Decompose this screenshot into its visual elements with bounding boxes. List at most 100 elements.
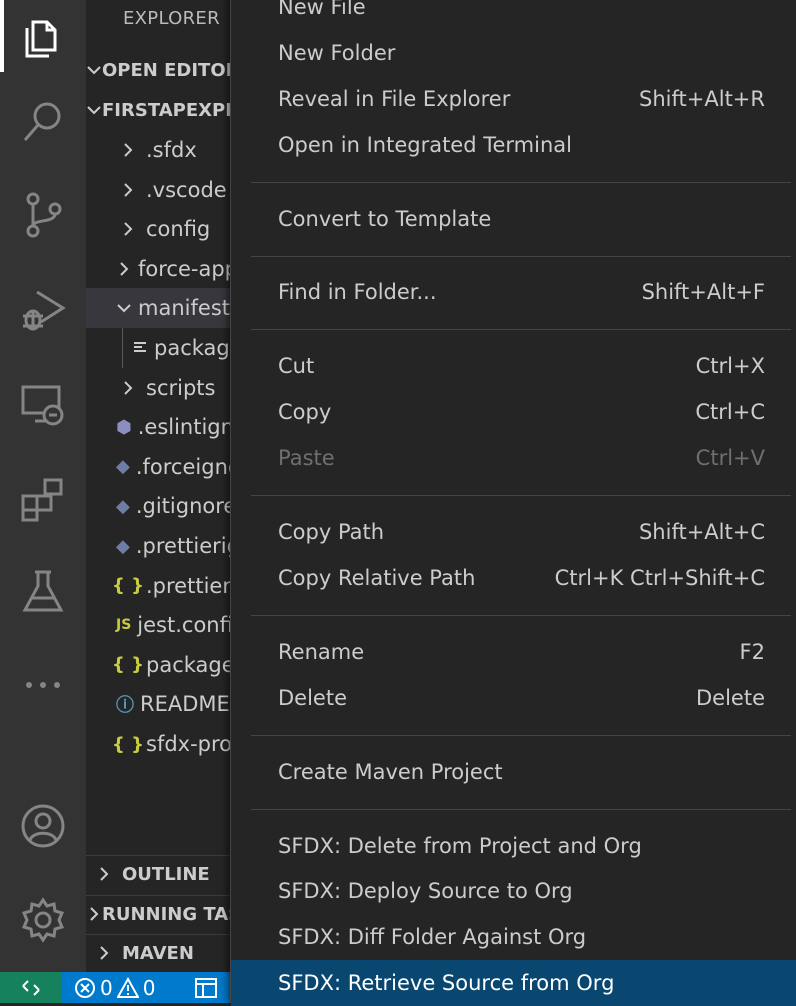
- menu-item-label: SFDX: Deploy Source to Org: [278, 879, 573, 904]
- tree-item-label: jest.config.js: [137, 613, 230, 638]
- menu-item-new-file[interactable]: New File: [231, 0, 796, 30]
- indent-guide: [122, 328, 123, 368]
- menu-item-rename[interactable]: Rename F2: [231, 629, 796, 675]
- tree-item[interactable]: scripts: [86, 368, 230, 408]
- context-menu: New File New Folder Reveal in File Explore…: [230, 0, 796, 1006]
- tree-item-label: .prettierrc: [146, 573, 230, 598]
- activity-extensions-button[interactable]: [0, 460, 86, 540]
- menu-item-paste[interactable]: Paste Ctrl+V: [231, 435, 796, 481]
- open-editors-header[interactable]: OPEN EDITORS: [86, 52, 230, 88]
- tree-item[interactable]: .vscode: [86, 170, 230, 210]
- project-header[interactable]: FIRSTAPEXPROJECT: [86, 92, 230, 128]
- menu-item-label: Copy Path: [278, 520, 385, 545]
- menu-item-sfdx-delete-from-project-and-org[interactable]: SFDX: Delete from Project and Org: [231, 823, 796, 869]
- chevron-right-icon: [86, 945, 122, 961]
- menu-item-label: Convert to Template: [278, 206, 492, 231]
- menu-separator: [251, 495, 791, 497]
- tree-item[interactable]: ◆.prettierignore: [86, 526, 230, 566]
- menu-item-delete[interactable]: Delete Delete: [231, 675, 796, 721]
- tree-item-label: .prettierignore: [135, 534, 230, 558]
- activity-run-debug-button[interactable]: [0, 270, 86, 350]
- menu-item-label: New Folder: [278, 40, 396, 65]
- outline-header[interactable]: OUTLINE: [86, 856, 230, 892]
- maven-header[interactable]: MAVEN: [86, 935, 230, 971]
- menu-item-convert-to-template[interactable]: Convert to Template: [231, 196, 796, 242]
- menu-item-shortcut: Ctrl+X: [695, 354, 765, 379]
- menu-item-label: Find in Folder...: [278, 280, 437, 305]
- tree-item[interactable]: JS jest.config.js: [86, 605, 230, 645]
- tree-item-label: .eslintignore: [137, 415, 230, 440]
- menu-item-sfdx-deploy-source-to-org[interactable]: SFDX: Deploy Source to Org: [231, 869, 796, 915]
- menu-item-label: Rename: [278, 639, 365, 664]
- menu-item-find-in-folder[interactable]: Find in Folder... Shift+Alt+F: [231, 270, 796, 316]
- tree-item[interactable]: ◆.forceignore: [86, 447, 230, 487]
- tree-item[interactable]: ⬢.eslintignore: [86, 407, 230, 447]
- menu-item-sfdx-diff-folder-against-org[interactable]: SFDX: Diff Folder Against Org: [231, 914, 796, 960]
- menu-separator: [251, 734, 791, 736]
- tree-item[interactable]: { }package.json: [86, 645, 230, 685]
- chevron-down-icon: [86, 102, 102, 118]
- menu-item-create-maven-project[interactable]: Create Maven Project: [231, 749, 796, 795]
- menu-item-copy-path[interactable]: Copy Path Shift+Alt+C: [231, 509, 796, 555]
- menu-item-label: Copy Relative Path: [278, 565, 476, 590]
- menu-item-cut[interactable]: Cut Ctrl+X: [231, 343, 796, 389]
- menu-item-shortcut: F2: [739, 639, 765, 664]
- info-icon: ⓘ: [116, 695, 134, 717]
- menu-item-reveal-in-file-explorer[interactable]: Reveal in File Explorer Shift+Alt+R: [231, 76, 796, 122]
- tree-item[interactable]: ⓘ README.md: [86, 684, 230, 724]
- settings-gear-icon: [21, 897, 65, 943]
- running-tasks-label: RUNNING TASKS: [102, 903, 230, 925]
- javascript-icon: JS: [116, 617, 132, 634]
- menu-item-shortcut: Ctrl+V: [695, 446, 765, 471]
- config-file-icon: ◆: [116, 456, 130, 478]
- accounts-icon: [21, 804, 65, 848]
- menu-item-open-in-integrated-terminal[interactable]: Open in Integrated Terminal: [231, 122, 796, 168]
- tree-item-label: .gitignore: [135, 494, 230, 519]
- tree-item[interactable]: ◆ .gitignore: [86, 486, 230, 526]
- maven-label: MAVEN: [122, 942, 194, 964]
- activity-explorer-button[interactable]: [0, 0, 86, 72]
- menu-item-label: Delete: [278, 685, 347, 710]
- running-tasks-header[interactable]: RUNNING TASKS: [86, 896, 230, 932]
- menu-item-label: Paste: [278, 446, 335, 471]
- tree-item[interactable]: package.xml: [86, 328, 230, 368]
- tree-item[interactable]: { }sfdx-project.json: [86, 724, 230, 764]
- json-icon: { }: [112, 654, 144, 676]
- tree-item[interactable]: manifest: [86, 288, 230, 329]
- testing-icon: [22, 570, 64, 612]
- activity-manage-button[interactable]: [0, 880, 86, 960]
- menu-item-label: Copy: [278, 400, 332, 425]
- chevron-right-icon: [86, 866, 122, 882]
- tree-item[interactable]: .sfdx: [86, 130, 230, 170]
- menu-item-copy[interactable]: Copy Ctrl+C: [231, 389, 796, 435]
- menu-item-copy-relative-path[interactable]: Copy Relative Path Ctrl+K Ctrl+Shift+C: [231, 555, 796, 601]
- activity-bar: [0, 0, 86, 972]
- config-file-icon: ◆: [116, 495, 130, 517]
- warning-icon: [116, 976, 139, 998]
- tree-item[interactable]: config: [86, 209, 230, 249]
- chevron-right-icon: [116, 221, 140, 237]
- activity-search-button[interactable]: [0, 82, 86, 162]
- activity-more-button[interactable]: [0, 645, 86, 725]
- menu-item-label: SFDX: Retrieve Source from Org: [278, 971, 615, 996]
- activity-remote-explorer-button[interactable]: [0, 365, 86, 445]
- tree-item[interactable]: { }.prettierrc: [86, 566, 230, 606]
- menu-item-new-folder[interactable]: New Folder: [231, 30, 796, 76]
- menu-item-shortcut: Delete: [696, 685, 765, 710]
- menu-item-shortcut: Ctrl+K Ctrl+Shift+C: [554, 565, 765, 590]
- chevron-right-icon: [86, 906, 102, 922]
- activity-accounts-button[interactable]: [0, 786, 86, 866]
- remote-indicator-button[interactable]: [0, 972, 62, 1003]
- menu-item-sfdx-retrieve-source-from-org[interactable]: SFDX: Retrieve Source from Org: [231, 960, 796, 1006]
- more-icon: [26, 682, 60, 688]
- json-icon: { }: [112, 575, 144, 597]
- activity-source-control-button[interactable]: [0, 175, 86, 255]
- panel-layout-icon[interactable]: [194, 976, 218, 1000]
- extensions-icon: [21, 478, 63, 522]
- menu-separator: [251, 329, 791, 331]
- menu-item-label: New File: [278, 0, 366, 19]
- problems-indicator[interactable]: 0 0: [74, 972, 155, 1003]
- tree-item-label: package.json: [146, 652, 230, 677]
- tree-item[interactable]: force-app: [86, 249, 230, 289]
- activity-testing-button[interactable]: [0, 552, 86, 632]
